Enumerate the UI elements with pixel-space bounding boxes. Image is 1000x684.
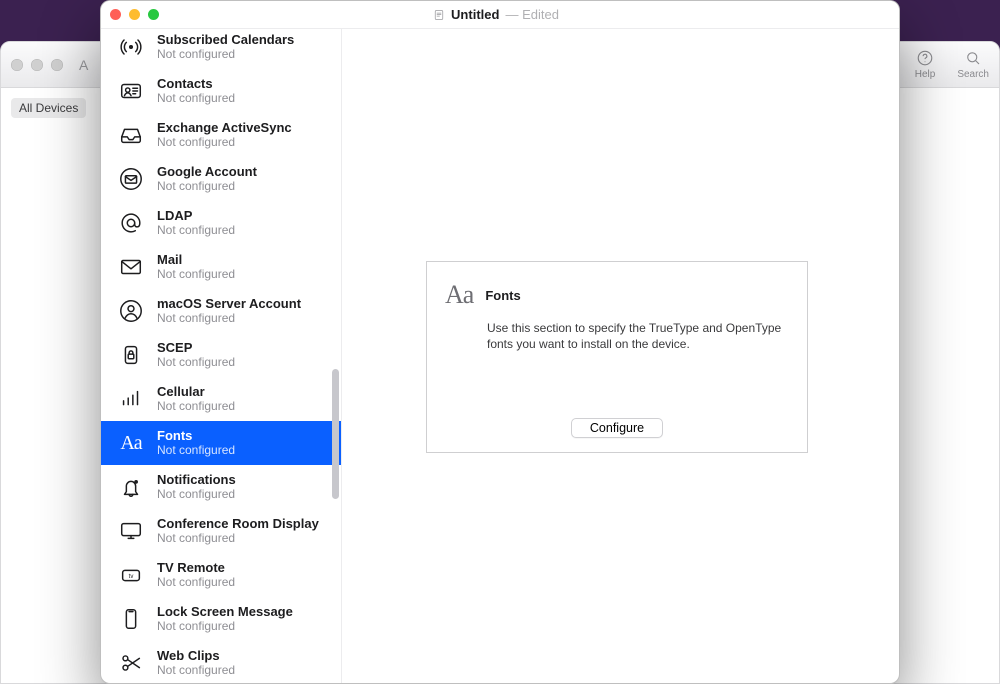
background-title: A — [79, 57, 88, 73]
sidebar-item-subtitle: Not configured — [157, 576, 235, 590]
person-circle-icon — [117, 297, 145, 325]
search-toolbar-item[interactable]: Search — [957, 49, 989, 80]
sidebar-item-contacts[interactable]: ContactsNot configured — [101, 69, 341, 113]
document-icon — [433, 9, 445, 21]
background-zoom-dot — [51, 59, 63, 71]
sidebar-item-title: LDAP — [157, 209, 235, 224]
zoom-button[interactable] — [148, 9, 159, 20]
fonts-icon: Aa — [445, 280, 473, 310]
svg-text:tv: tv — [129, 574, 134, 580]
sidebar-item-title: Google Account — [157, 165, 257, 180]
sidebar-item-subtitle: Not configured — [157, 532, 319, 546]
sidebar-item-web-clips[interactable]: Web ClipsNot configured — [101, 641, 341, 683]
sidebar-item-ldap[interactable]: LDAPNot configured — [101, 201, 341, 245]
sidebar-item-title: Lock Screen Message — [157, 605, 293, 620]
sidebar-item-google-account[interactable]: Google AccountNot configured — [101, 157, 341, 201]
scissors-icon — [117, 649, 145, 677]
titlebar: Untitled — Edited — [101, 1, 899, 29]
sidebar-item-subtitle: Not configured — [157, 444, 235, 458]
sidebar-item-subtitle: Not configured — [157, 180, 257, 194]
sidebar-item-title: Contacts — [157, 77, 235, 92]
sidebar-item-title: macOS Server Account — [157, 297, 301, 312]
configure-button[interactable]: Configure — [571, 418, 663, 438]
background-min-dot — [31, 59, 43, 71]
sidebar-item-subtitle: Not configured — [157, 664, 235, 678]
bell-icon — [117, 473, 145, 501]
envelope-circle-icon — [117, 165, 145, 193]
search-label: Search — [957, 69, 989, 80]
sidebar-item-cellular[interactable]: CellularNot configured — [101, 377, 341, 421]
panel-description: Use this section to specify the TrueType… — [487, 320, 787, 352]
sidebar-item-title: SCEP — [157, 341, 235, 356]
panel-title: Fonts — [485, 288, 520, 303]
background-traffic-lights — [11, 59, 63, 71]
phone-icon — [117, 605, 145, 633]
aa-icon: Aa — [117, 429, 145, 457]
sidebar-item-title: TV Remote — [157, 561, 235, 576]
sidebar-item-subtitle: Not configured — [157, 400, 235, 414]
content-area: Aa Fonts Use this section to specify the… — [342, 29, 899, 683]
broadcast-icon — [117, 33, 145, 61]
help-icon — [916, 49, 934, 67]
help-label: Help — [915, 69, 936, 80]
envelope-icon — [117, 253, 145, 281]
sidebar-item-subtitle: Not configured — [157, 268, 235, 282]
background-close-dot — [11, 59, 23, 71]
all-devices-tag[interactable]: All Devices — [11, 98, 86, 118]
window-title: Untitled — Edited — [167, 7, 825, 22]
sidebar-item-notifications[interactable]: NotificationsNot configured — [101, 465, 341, 509]
cellular-bars-icon — [117, 385, 145, 413]
sidebar-item-title: Exchange ActiveSync — [157, 121, 292, 136]
display-icon — [117, 517, 145, 545]
sidebar-item-mail[interactable]: MailNot configured — [101, 245, 341, 289]
sidebar-item-subtitle: Not configured — [157, 48, 294, 62]
sidebar-item-title: Fonts — [157, 429, 235, 444]
sidebar-item-title: Cellular — [157, 385, 235, 400]
sidebar-item-title: Conference Room Display — [157, 517, 319, 532]
sidebar-item-title: Notifications — [157, 473, 236, 488]
search-icon — [964, 49, 982, 67]
document-state: — Edited — [505, 7, 559, 22]
profile-editor-window: Untitled — Edited Subscribed CalendarsNo… — [100, 0, 900, 684]
sidebar-item-macos-server[interactable]: macOS Server AccountNot configured — [101, 289, 341, 333]
sidebar-item-lock-screen[interactable]: Lock Screen MessageNot configured — [101, 597, 341, 641]
sidebar-item-subtitle: Not configured — [157, 620, 293, 634]
sidebar-item-conference-room[interactable]: Conference Room DisplayNot configured — [101, 509, 341, 553]
sidebar-item-title: Mail — [157, 253, 235, 268]
sidebar-item-fonts[interactable]: Aa FontsNot configured — [101, 421, 341, 465]
appletv-icon: tv — [117, 561, 145, 589]
sidebar-item-subtitle: Not configured — [157, 136, 292, 150]
sidebar-item-tv-remote[interactable]: tv TV RemoteNot configured — [101, 553, 341, 597]
sidebar-item-subtitle: Not configured — [157, 92, 235, 106]
sidebar-item-subtitle: Not configured — [157, 224, 235, 238]
sidebar-item-title: Subscribed Calendars — [157, 33, 294, 48]
sidebar-item-exchange-activesync[interactable]: Exchange ActiveSyncNot configured — [101, 113, 341, 157]
scrollbar-thumb[interactable] — [332, 369, 339, 499]
traffic-lights — [110, 9, 159, 20]
sidebar-item-subtitle: Not configured — [157, 356, 235, 370]
contact-card-icon — [117, 77, 145, 105]
sidebar-item-subscribed-calendars[interactable]: Subscribed CalendarsNot configured — [101, 29, 341, 69]
sidebar-item-subtitle: Not configured — [157, 312, 301, 326]
sidebar-item-title: Web Clips — [157, 649, 235, 664]
close-button[interactable] — [110, 9, 121, 20]
inbox-icon — [117, 121, 145, 149]
sidebar-item-scep[interactable]: SCEPNot configured — [101, 333, 341, 377]
payload-sidebar: Subscribed CalendarsNot configuredContac… — [101, 29, 342, 683]
payload-list: Subscribed CalendarsNot configuredContac… — [101, 29, 341, 683]
fonts-panel: Aa Fonts Use this section to specify the… — [426, 261, 808, 453]
help-toolbar-item[interactable]: Help — [915, 49, 936, 80]
sidebar-scrollbar[interactable] — [332, 29, 339, 683]
minimize-button[interactable] — [129, 9, 140, 20]
document-title: Untitled — [451, 7, 499, 22]
at-icon — [117, 209, 145, 237]
sidebar-item-subtitle: Not configured — [157, 488, 236, 502]
lock-device-icon — [117, 341, 145, 369]
